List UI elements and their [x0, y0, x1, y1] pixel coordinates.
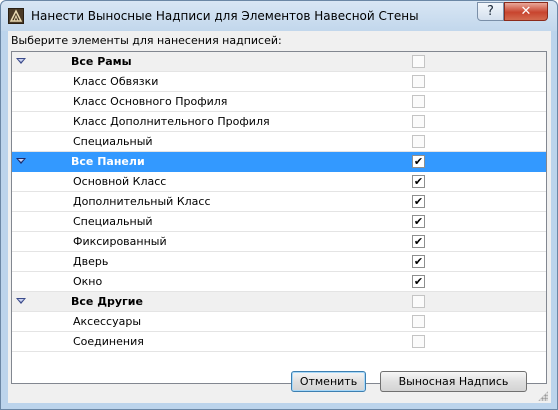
item-row[interactable]: Соединения	[12, 332, 546, 352]
checkmark-icon: ✔	[413, 255, 424, 268]
item-label: Дверь	[73, 255, 109, 268]
row-checkbox[interactable]	[412, 55, 425, 68]
item-row[interactable]: Аксессуары	[12, 312, 546, 332]
row-checkbox[interactable]: ✔	[412, 235, 425, 248]
item-row[interactable]: Класс Дополнительного Профиля	[12, 112, 546, 132]
app-icon	[8, 8, 24, 24]
row-checkbox[interactable]	[412, 335, 425, 348]
item-row[interactable]: Окно ✔	[12, 272, 546, 292]
item-row[interactable]: Дополнительный Класс ✔	[12, 192, 546, 212]
item-row[interactable]: Специальный ✔	[12, 212, 546, 232]
expand-triangle-icon[interactable]	[16, 158, 26, 164]
row-checkbox[interactable]	[412, 135, 425, 148]
item-label: Специальный	[73, 135, 153, 148]
item-label: Аксессуары	[73, 315, 141, 328]
item-label: Окно	[73, 275, 103, 288]
item-label: Класс Основного Профиля	[73, 95, 228, 108]
row-checkbox[interactable]	[412, 295, 425, 308]
checkmark-icon: ✔	[413, 235, 424, 248]
item-label: Фиксированный	[73, 235, 167, 248]
row-checkbox[interactable]: ✔	[412, 155, 425, 168]
place-callout-button[interactable]: Выносная Надпись	[380, 371, 527, 392]
checkmark-icon: ✔	[413, 155, 424, 168]
item-row[interactable]: Дверь ✔	[12, 252, 546, 272]
item-label: Класс Обвязки	[73, 75, 159, 88]
group-row[interactable]: Все Рамы	[12, 52, 546, 72]
expand-triangle-icon[interactable]	[16, 58, 26, 64]
expand-triangle-icon[interactable]	[16, 298, 26, 304]
item-row[interactable]: Класс Обвязки	[12, 72, 546, 92]
group-row[interactable]: Все Панели ✔	[12, 152, 546, 172]
row-checkbox[interactable]	[412, 115, 425, 128]
close-button[interactable]: ✕	[504, 2, 548, 21]
checkmark-icon: ✔	[413, 275, 424, 288]
dialog-window: Нанести Выносные Надписи для Элементов Н…	[0, 0, 558, 410]
dialog-body: Выберите элементы для нанесения надписей…	[8, 31, 551, 403]
element-list: Все Рамы Класс Обвязки Класс Основного Про…	[11, 51, 547, 384]
row-checkbox[interactable]: ✔	[412, 175, 425, 188]
item-label: Класс Дополнительного Профиля	[73, 115, 270, 128]
item-row[interactable]: Специальный	[12, 132, 546, 152]
checkmark-icon: ✔	[413, 195, 424, 208]
group-row[interactable]: Все Другие	[12, 292, 546, 312]
resize-grip[interactable]	[538, 391, 548, 401]
checkmark-icon: ✔	[413, 215, 424, 228]
checkmark-icon: ✔	[413, 175, 424, 188]
item-row[interactable]: Фиксированный ✔	[12, 232, 546, 252]
row-checkbox[interactable]	[412, 315, 425, 328]
item-label: Дополнительный Класс	[73, 195, 211, 208]
group-label: Все Панели	[71, 155, 145, 168]
row-checkbox[interactable]: ✔	[412, 275, 425, 288]
row-checkbox[interactable]: ✔	[412, 255, 425, 268]
group-label: Все Рамы	[71, 55, 132, 68]
row-checkbox[interactable]	[412, 95, 425, 108]
item-label: Основной Класс	[73, 175, 167, 188]
instruction-label: Выберите элементы для нанесения надписей…	[11, 34, 282, 47]
item-row[interactable]: Основной Класс ✔	[12, 172, 546, 192]
window-title: Нанести Выносные Надписи для Элементов Н…	[31, 9, 419, 23]
item-row[interactable]: Класс Основного Профиля	[12, 92, 546, 112]
cancel-button[interactable]: Отменить	[291, 371, 366, 392]
row-checkbox[interactable]	[412, 75, 425, 88]
row-checkbox[interactable]: ✔	[412, 195, 425, 208]
group-label: Все Другие	[71, 295, 143, 308]
row-checkbox[interactable]: ✔	[412, 215, 425, 228]
title-bar[interactable]: Нанести Выносные Надписи для Элементов Н…	[1, 1, 557, 31]
help-button[interactable]: ?	[477, 2, 504, 21]
item-label: Соединения	[73, 335, 144, 348]
item-label: Специальный	[73, 215, 153, 228]
